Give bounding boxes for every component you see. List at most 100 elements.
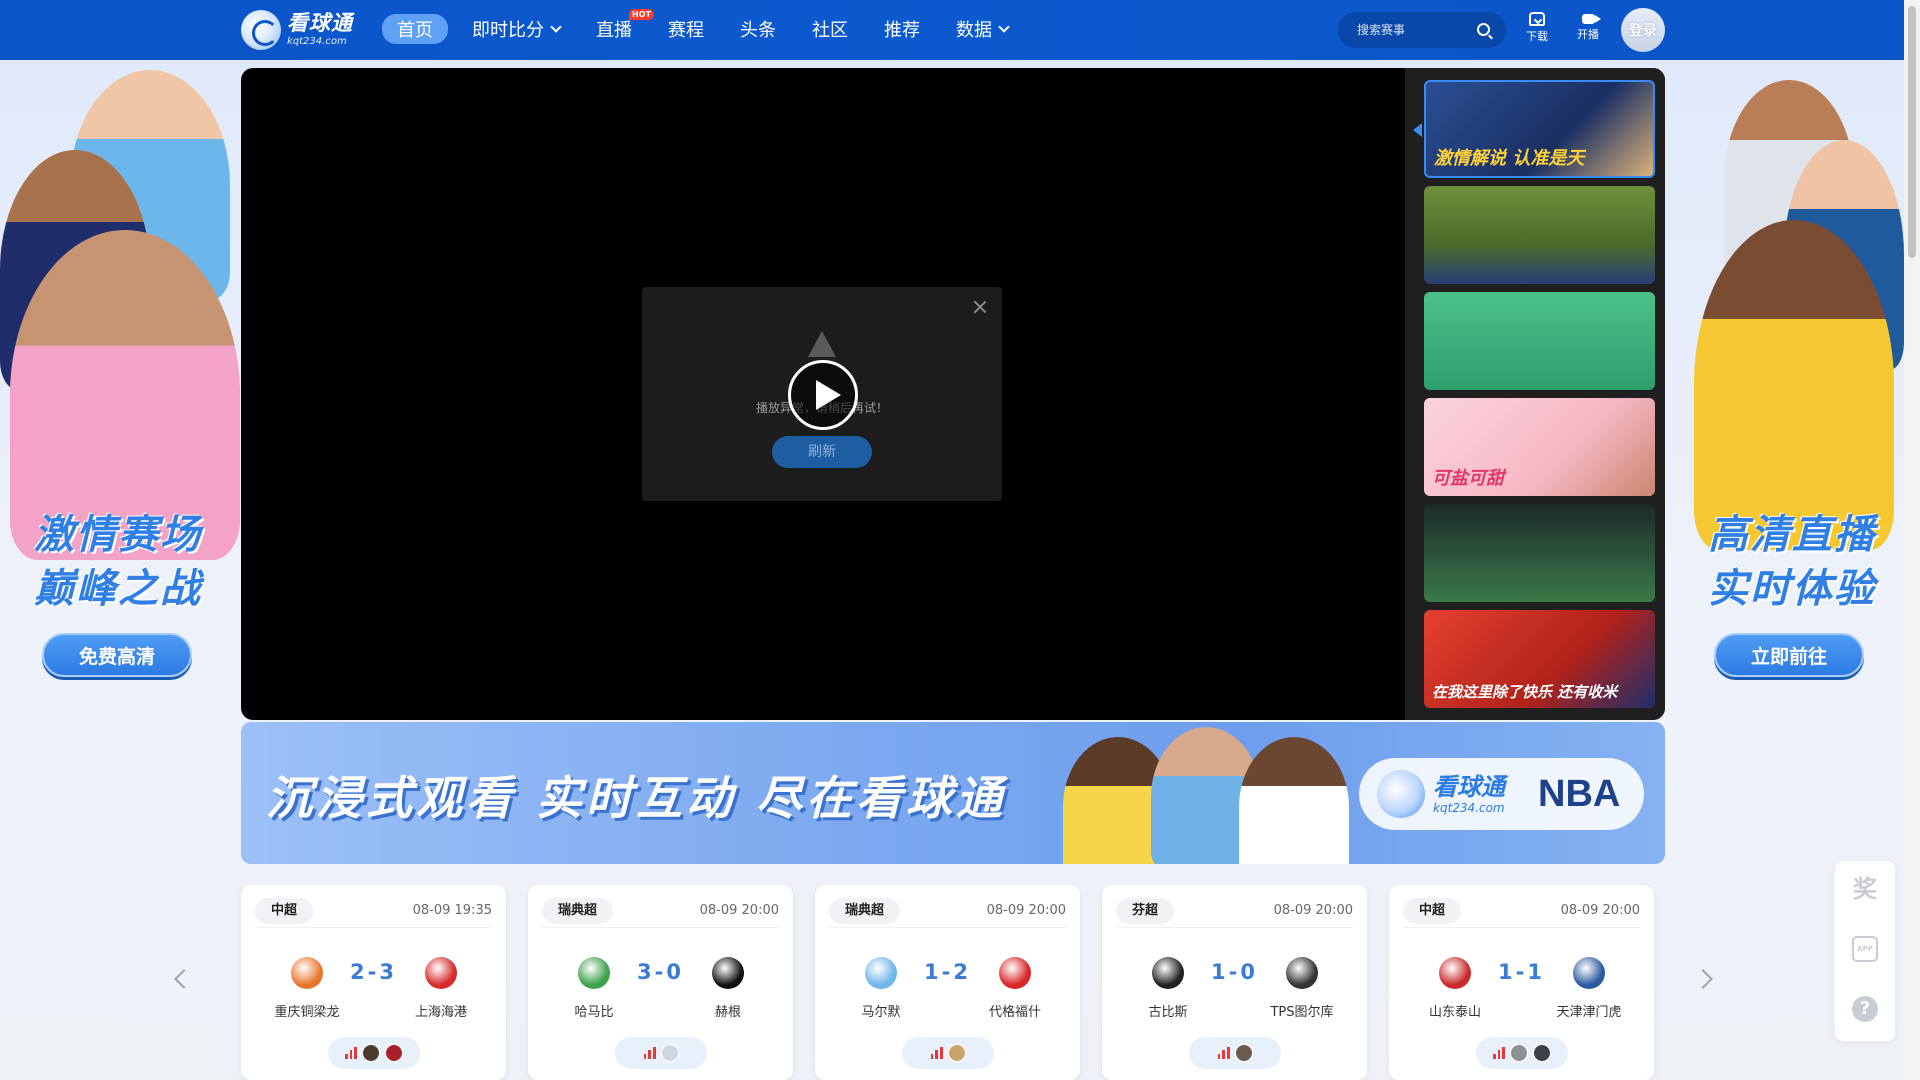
banner-brand-name: 看球通 — [1433, 772, 1505, 801]
logo-name: 看球通 — [287, 11, 353, 35]
watch-stats-button[interactable] — [1476, 1037, 1568, 1069]
right-side-ad[interactable]: 高清直播 实时体验 立即前往 — [1664, 60, 1904, 690]
match-score: 3-0 — [637, 960, 684, 984]
match-card[interactable]: 芬超 08-09 20:00 1-0 古比斯 TPS图尔库 — [1102, 885, 1367, 1080]
away-team: TPS图尔库 — [1270, 1005, 1334, 1020]
watch-stats-button[interactable] — [328, 1037, 420, 1069]
away-team: 天津津门虎 — [1556, 1005, 1622, 1020]
match-time: 08-09 20:00 — [1273, 903, 1353, 918]
free-hd-button[interactable]: 免费高清 — [42, 633, 192, 677]
nba-text: NBA — [1538, 772, 1621, 815]
main-nav: 首页 即时比分 直播 HOT 赛程 头条 社区 推荐 数据 — [382, 9, 1044, 45]
floating-toolbar: 奖 APP ? — [1835, 861, 1895, 1041]
left-side-ad[interactable]: 激情赛场 巅峰之战 免费高清 — [0, 60, 240, 690]
camera-icon — [1581, 14, 1601, 24]
logo-domain: kqt234.com — [287, 36, 347, 47]
broadcast-button[interactable]: 开播 — [1573, 12, 1603, 40]
logo-mark-icon — [241, 10, 281, 50]
play-icon[interactable] — [788, 360, 858, 430]
home-team: 哈马比 — [574, 1005, 614, 1020]
broadcast-label: 开播 — [1577, 28, 1599, 41]
home-team: 古比斯 — [1148, 1005, 1188, 1020]
download-button[interactable]: 下载 — [1522, 12, 1552, 42]
banner-player-figure — [1239, 737, 1349, 864]
avatar — [1533, 1044, 1551, 1062]
search-icon[interactable] — [1477, 23, 1490, 36]
app-download-icon[interactable]: APP — [1852, 936, 1878, 962]
thumbnail-item[interactable] — [1424, 186, 1655, 284]
nav-recommend[interactable]: 推荐 — [884, 16, 920, 42]
login-button[interactable]: 登录 — [1621, 8, 1665, 52]
league-tag: 中超 — [1403, 898, 1462, 924]
nav-live[interactable]: 直播 HOT — [596, 9, 654, 42]
away-team: 代格福什 — [988, 1005, 1041, 1020]
left-ad-slogan-2: 巅峰之战 — [34, 566, 202, 612]
right-ad-slogan-2: 实时体验 — [1708, 566, 1876, 612]
league-tag: 芬超 — [1116, 898, 1175, 924]
match-score: 1-0 — [1211, 960, 1258, 984]
away-team: 赫根 — [714, 1005, 741, 1020]
match-card[interactable]: 中超 08-09 19:35 2-3 重庆铜梁龙 上海海港 — [241, 885, 506, 1080]
search-input[interactable] — [1357, 23, 1467, 37]
download-label: 下载 — [1526, 30, 1548, 43]
match-time: 08-09 20:00 — [986, 903, 1066, 918]
right-ad-slogan-1: 高清直播 — [1708, 512, 1876, 558]
scrollbar-thumb[interactable] — [1908, 6, 1916, 258]
match-time: 08-09 20:00 — [699, 903, 779, 918]
banner-slogan: 沉浸式观看 实时互动 尽在看球通 — [266, 771, 1007, 825]
help-icon[interactable]: ? — [1852, 996, 1878, 1022]
stats-bars-icon — [345, 1047, 358, 1059]
thumbnail-list: 激情解说 认准是天 可盐可甜 在我这里除了快乐 还有收米 — [1424, 80, 1655, 716]
avatar — [1510, 1044, 1528, 1062]
ad-player-figure — [1694, 220, 1894, 550]
match-card[interactable]: 瑞典超 08-09 20:00 3-0 哈马比 赫根 — [528, 885, 793, 1080]
logo-mark-icon — [1377, 770, 1425, 818]
playback-error-dialog: 播放异常，请稍后再试！ 刷新 — [642, 287, 1002, 501]
nav-live-scores[interactable]: 即时比分 — [472, 16, 562, 42]
refresh-button[interactable]: 刷新 — [772, 436, 872, 468]
match-time: 08-09 20:00 — [1560, 903, 1640, 918]
watch-stats-button[interactable] — [615, 1037, 707, 1069]
team-logo — [999, 957, 1031, 989]
nav-community[interactable]: 社区 — [812, 16, 848, 42]
nav-home[interactable]: 首页 — [382, 14, 448, 44]
nav-schedule[interactable]: 赛程 — [668, 16, 704, 42]
watch-stats-button[interactable] — [1189, 1037, 1281, 1069]
thumbnail-item[interactable]: 可盐可甜 — [1424, 398, 1655, 496]
league-tag: 中超 — [255, 898, 314, 924]
avatar — [1234, 1044, 1253, 1062]
nav-headlines[interactable]: 头条 — [740, 16, 776, 42]
hot-badge: HOT — [629, 9, 654, 20]
site-logo[interactable]: 看球通 kqt234.com — [241, 10, 353, 50]
avatar — [660, 1044, 679, 1062]
search-box — [1338, 12, 1506, 48]
match-card[interactable]: 中超 08-09 20:00 1-1 山东泰山 天津津门虎 — [1389, 885, 1654, 1080]
chevron-right-icon[interactable] — [1693, 969, 1713, 989]
watch-stats-button[interactable] — [902, 1037, 994, 1069]
video-player[interactable]: 播放异常，请稍后再试！ 刷新 激情解说 认准是天 可盐可甜 在我这里除了快乐 还… — [241, 68, 1665, 720]
chevron-down-icon — [998, 20, 1010, 33]
promo-banner[interactable]: 沉浸式观看 实时互动 尽在看球通 看球通 kqt234.com NBA — [241, 722, 1665, 864]
match-card[interactable]: 瑞典超 08-09 20:00 1-2 马尔默 代格福什 — [815, 885, 1080, 1080]
team-logo — [425, 957, 457, 989]
match-carousel: 中超 08-09 19:35 2-3 重庆铜梁龙 上海海港 瑞典超 08-09 20… — [241, 885, 1661, 1080]
thumbnail-item[interactable] — [1424, 292, 1655, 390]
go-now-button[interactable]: 立即前往 — [1714, 633, 1864, 677]
avatar — [385, 1044, 403, 1062]
page-scrollbar[interactable] — [1904, 0, 1920, 1080]
league-tag: 瑞典超 — [542, 898, 614, 924]
away-team: 上海海港 — [414, 1005, 467, 1020]
stats-bars-icon — [1217, 1047, 1230, 1059]
match-time: 08-09 19:35 — [412, 903, 492, 918]
match-score: 1-1 — [1498, 960, 1545, 984]
thumbnail-item[interactable]: 激情解说 认准是天 — [1424, 80, 1655, 178]
nav-data[interactable]: 数据 — [956, 16, 1010, 42]
home-team: 马尔默 — [861, 1005, 901, 1020]
thumbnail-item[interactable]: 在我这里除了快乐 还有收米 — [1424, 610, 1655, 708]
chevron-left-icon[interactable] — [174, 969, 194, 989]
match-score: 2-3 — [350, 960, 397, 984]
banner-brand-badge: 看球通 kqt234.com NBA — [1359, 758, 1644, 830]
prize-icon[interactable]: 奖 — [1852, 876, 1878, 902]
close-icon[interactable] — [972, 299, 988, 315]
thumbnail-item[interactable] — [1424, 504, 1655, 602]
